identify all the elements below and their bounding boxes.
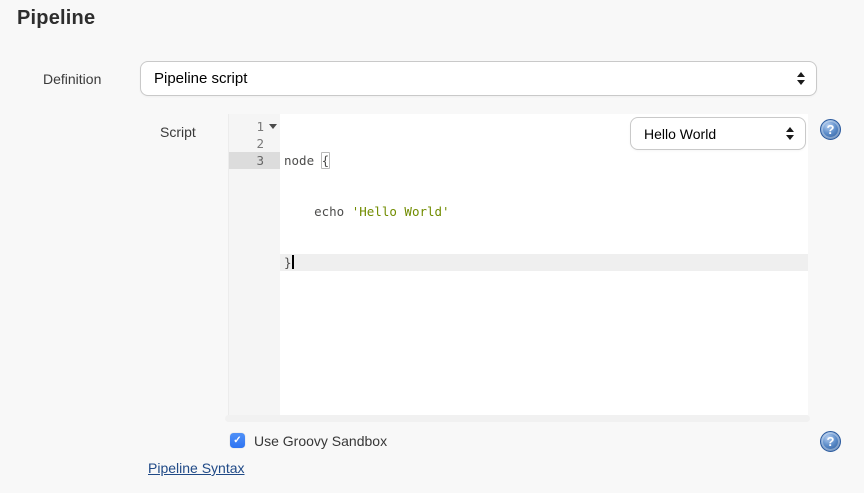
definition-select[interactable]: Pipeline script	[140, 61, 817, 96]
gutter-line-number: 1	[229, 118, 280, 135]
code-line-2: echo 'Hello World'	[280, 203, 808, 220]
script-label: Script	[160, 124, 196, 140]
definition-label: Definition	[43, 71, 101, 87]
text-cursor	[292, 255, 294, 269]
select-stepper-icon	[790, 72, 816, 85]
groovy-sandbox-checkbox[interactable]: ✓	[230, 433, 245, 448]
code-text: node	[284, 153, 322, 168]
editor-gutter: 1 2 3	[228, 114, 280, 415]
pipeline-syntax-link[interactable]: Pipeline Syntax	[148, 460, 245, 476]
select-stepper-icon	[779, 127, 805, 140]
code-text: }	[284, 255, 292, 270]
script-code-editor[interactable]: 1 2 3 node { echo 'Hello World' }	[228, 114, 808, 415]
line-number: 1	[256, 119, 264, 134]
groovy-sandbox-label: Use Groovy Sandbox	[254, 433, 387, 449]
definition-select-value: Pipeline script	[141, 70, 790, 87]
matched-bracket: {	[321, 152, 331, 169]
gutter-line-number-active: 3	[229, 152, 280, 169]
arrow-up-icon	[786, 127, 794, 132]
arrow-up-icon	[797, 72, 805, 77]
sample-script-select[interactable]: Hello World	[630, 117, 806, 150]
code-text: echo	[284, 204, 352, 219]
arrow-down-icon	[786, 135, 794, 140]
gutter-line-number: 2	[229, 135, 280, 152]
sandbox-help-icon[interactable]: ?	[820, 431, 841, 452]
arrow-down-icon	[797, 80, 805, 85]
code-fold-icon[interactable]	[269, 124, 277, 129]
editor-horizontal-scrollbar[interactable]	[225, 415, 810, 422]
editor-code-area[interactable]: node { echo 'Hello World' }	[280, 114, 808, 415]
code-line-1: node {	[280, 152, 808, 169]
script-help-icon[interactable]: ?	[820, 119, 841, 140]
pipeline-config-section: Pipeline Definition Pipeline script Scri…	[0, 0, 864, 493]
page-title: Pipeline	[17, 7, 95, 30]
string-literal: 'Hello World'	[352, 204, 450, 219]
code-line-3-active: }	[280, 254, 808, 271]
sample-script-select-value: Hello World	[631, 126, 779, 142]
